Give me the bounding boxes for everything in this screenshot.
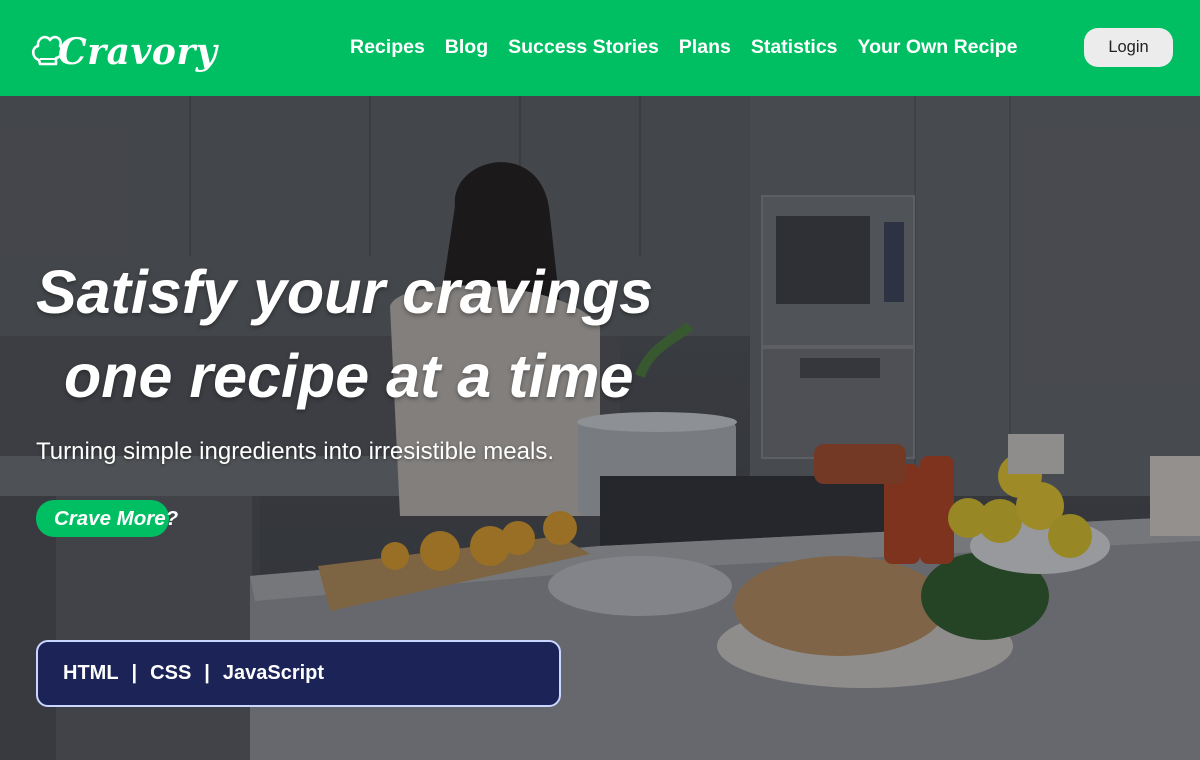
tech-separator: | (204, 662, 210, 684)
tech-javascript: JavaScript (222, 662, 325, 684)
main-nav: Recipes Blog Success Stories Plans Stati… (350, 36, 1018, 59)
tech-html: HTML (63, 662, 119, 684)
tech-stack-badge: HTML | CSS | JavaScript (36, 640, 561, 707)
nav-blog[interactable]: Blog (445, 36, 488, 59)
nav-plans[interactable]: Plans (679, 36, 731, 59)
tech-css: CSS (150, 662, 192, 684)
nav-your-own-recipe[interactable]: Your Own Recipe (858, 36, 1018, 59)
logo[interactable]: Cravory (30, 20, 217, 70)
nav-recipes[interactable]: Recipes (350, 36, 425, 59)
login-button[interactable]: Login (1084, 28, 1173, 67)
site-header: Cravory Recipes Blog Success Stories Pla… (0, 0, 1200, 96)
hero-subtext: Turning simple ingredients into irresist… (36, 438, 554, 465)
nav-success-stories[interactable]: Success Stories (508, 36, 659, 59)
tech-separator: | (131, 662, 138, 684)
logo-text: Cravory (58, 31, 218, 73)
nav-statistics[interactable]: Statistics (751, 36, 838, 59)
crave-more-label[interactable]: Crave More? (54, 507, 178, 531)
headline-line-1: Satisfy your cravings (36, 258, 654, 326)
headline-line-2: one recipe at a time (64, 342, 634, 410)
hero-headline: Satisfy your cravings one recipe at a ti… (36, 250, 653, 418)
